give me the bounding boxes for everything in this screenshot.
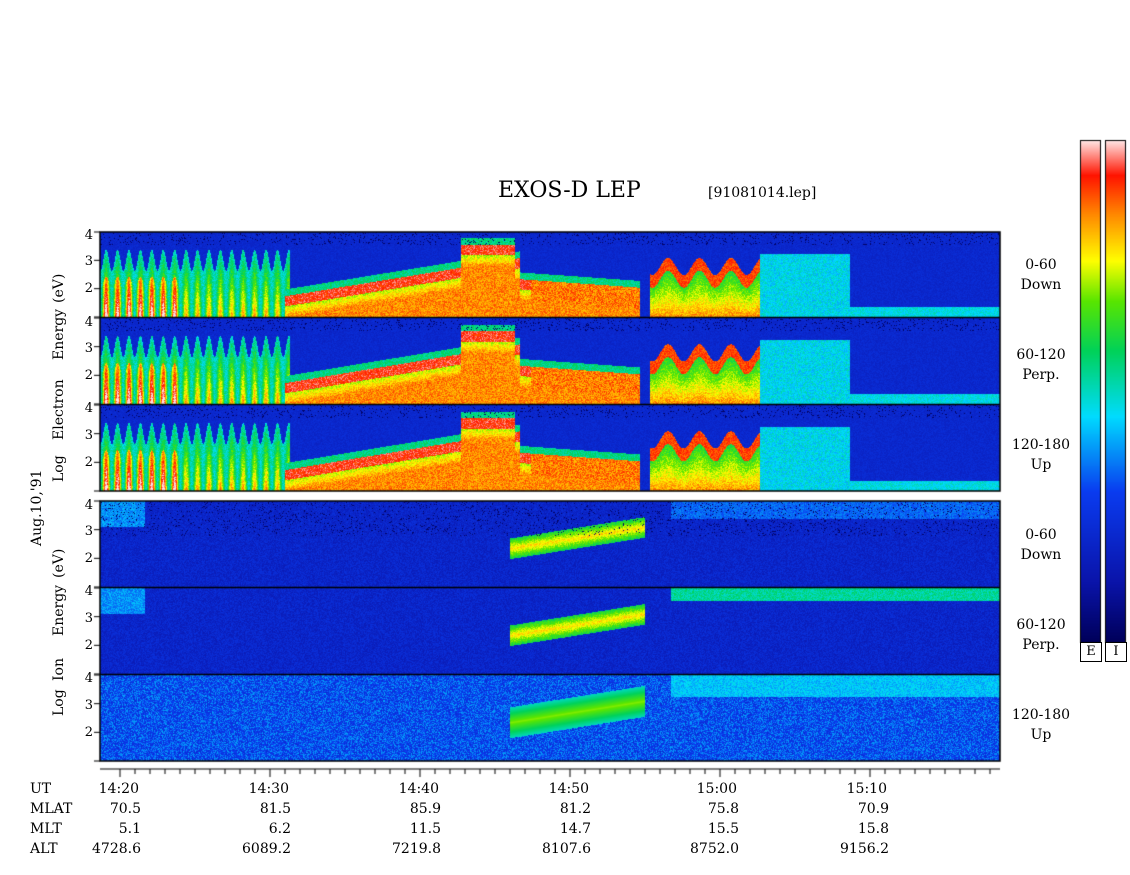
time-col-ut: 14:50	[548, 781, 589, 797]
file-label: [91081014.lep]	[708, 185, 817, 201]
time-col-alt: 7219.8	[392, 841, 441, 857]
time-col-alt: 4728.6	[92, 841, 141, 857]
time-col-ut: 14:30	[248, 781, 289, 797]
ytick-label: 3	[84, 428, 93, 443]
time-col-mlat: 81.2	[559, 801, 591, 817]
electron-ylabel-energy: Energy	[51, 308, 67, 360]
ion-ylabel-log: Log	[51, 689, 67, 716]
electron-ylabel-unit: (eV)	[51, 273, 67, 303]
ytick-label: 2	[84, 455, 93, 470]
ytick-label: 4	[84, 584, 93, 599]
electron-ylabel-log: Log	[51, 455, 67, 482]
row-label-alt: ALT	[30, 841, 58, 857]
ytick-label: 3	[84, 341, 93, 356]
ytick-label: 2	[84, 638, 93, 653]
time-col-ut: 15:00	[696, 781, 737, 797]
time-col-alt: 6089.2	[242, 841, 291, 857]
time-col-mlat: 75.8	[707, 801, 739, 817]
time-col-mlt: 15.8	[857, 821, 889, 837]
ytick-label: 3	[84, 524, 93, 539]
ytick-label: 4	[84, 315, 93, 330]
time-col-mlt: 14.7	[559, 821, 591, 837]
time-col-alt: 9156.2	[840, 841, 889, 857]
panel-label-ion-up: 120-180 Up	[1011, 707, 1071, 743]
time-col-mlat: 70.5	[109, 801, 141, 817]
panel-label-ion-down: 0-60 Down	[1020, 527, 1062, 563]
time-col-mlt: 5.1	[118, 821, 141, 837]
row-label-ut: UT	[30, 781, 52, 797]
ion-ylabel-energy: Energy	[51, 584, 67, 636]
time-col-ut: 14:40	[398, 781, 439, 797]
ion-ylabel-species: Ion	[51, 658, 67, 681]
time-col-ut: 15:10	[846, 781, 887, 797]
ytick-label: 4	[84, 498, 93, 513]
ytick-label: 4	[84, 401, 93, 416]
panel-label-electron-perp: 60-120 Perp.	[1016, 347, 1066, 383]
time-col-mlt: 11.5	[409, 821, 441, 837]
ytick-label: 3	[84, 254, 93, 269]
time-col-alt: 8107.6	[542, 841, 591, 857]
time-col-mlt: 15.5	[707, 821, 739, 837]
colorbar-label-ion: I	[1105, 642, 1127, 662]
chart-title: EXOS-D LEP	[498, 178, 641, 203]
time-col-alt: 8752.0	[690, 841, 739, 857]
ytick-label: 2	[84, 551, 93, 566]
ytick-label: 3	[84, 611, 93, 626]
ytick-label: 2	[84, 725, 93, 740]
colorbar-label-electron: E	[1080, 642, 1102, 662]
time-col-mlt: 6.2	[268, 821, 291, 837]
panel-label-electron-down: 0-60 Down	[1020, 257, 1062, 293]
time-col-mlat: 81.5	[259, 801, 291, 817]
time-col-mlat: 85.9	[409, 801, 441, 817]
spectrogram-canvas	[0, 0, 1130, 875]
ytick-label: 4	[84, 671, 93, 686]
time-col-mlat: 70.9	[857, 801, 889, 817]
ytick-label: 2	[84, 281, 93, 296]
panel-label-ion-perp: 60-120 Perp.	[1016, 617, 1066, 653]
time-col-ut: 14:20	[98, 781, 139, 797]
ytick-label: 4	[84, 228, 93, 243]
date-label: Aug.10,'91	[29, 469, 45, 546]
ytick-label: 2	[84, 368, 93, 383]
ion-ylabel-unit: (eV)	[51, 548, 67, 578]
electron-ylabel-species: Electron	[51, 379, 67, 440]
row-label-mlt: MLT	[30, 821, 62, 837]
panel-label-electron-up: 120-180 Up	[1011, 437, 1071, 473]
ytick-label: 3	[84, 698, 93, 713]
